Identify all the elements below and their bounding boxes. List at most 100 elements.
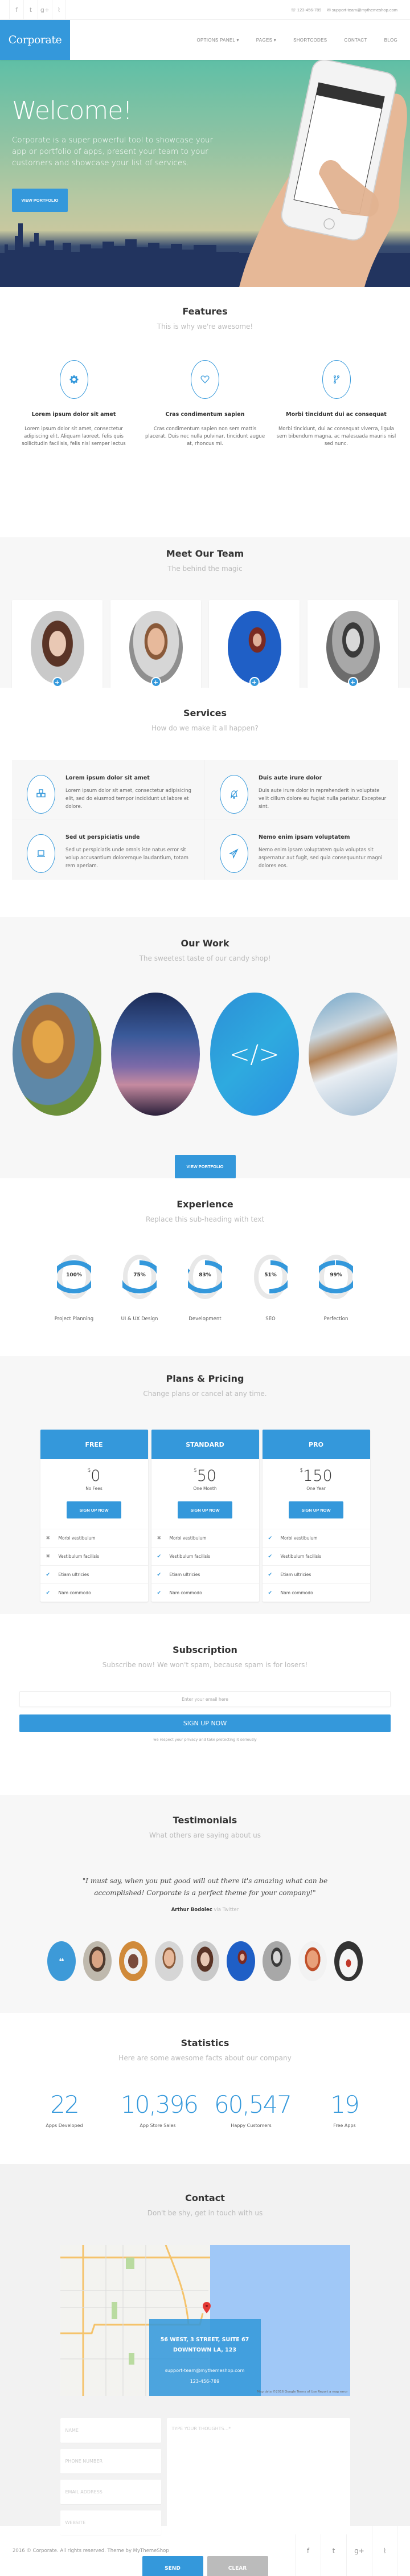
team-card[interactable]: + Gerren Lamson CTO & Co-Founder xyxy=(110,600,201,702)
feature-item: Lorem ipsum dolor sit amet Lorem ipsum d… xyxy=(13,360,135,448)
section-subtitle: Here are some awesome facts about our co… xyxy=(118,2054,292,2062)
testimonial-avatar[interactable] xyxy=(83,1941,112,1981)
service-item: Nemo enim ipsam voluptatem Nemo enim ips… xyxy=(205,819,398,880)
plus-icon[interactable]: + xyxy=(249,677,260,687)
phone-in-hand-image xyxy=(239,60,407,287)
author-source: via Twitter xyxy=(214,1907,239,1913)
testimonial-avatars: ❝ xyxy=(0,1941,410,1981)
plan-amount: 150 xyxy=(303,1467,333,1485)
subscription-sign-up-button[interactable]: SIGN UP NOW xyxy=(19,1714,391,1732)
testimonial-avatar[interactable] xyxy=(119,1941,147,1981)
testimonial-author: Arthur Bodolec via Twitter xyxy=(0,1907,410,1913)
service-title: Duis aute irure dolor xyxy=(259,775,322,781)
section-title: Statistics xyxy=(181,2038,229,2048)
skill-value: 83% xyxy=(199,1272,211,1278)
plan-feature: ✔ Vestibulum facilisis xyxy=(151,1547,259,1565)
stat-item: 19 Free Apps xyxy=(308,2091,382,2128)
feature-title: Cras condimentum sapien xyxy=(165,411,245,418)
features-section: Features This is why we're awesome! Lore… xyxy=(0,287,410,537)
hero-view-portfolio-button[interactable]: VIEW PORTFOLIO xyxy=(12,189,68,212)
top-email[interactable]: ✉ support-team@mythemeshop.com xyxy=(327,7,397,13)
feature-text: Cras condimentum sapien non sem mattis p… xyxy=(145,426,265,447)
service-title: Nemo enim ipsam voluptatem xyxy=(259,834,350,840)
feature-item: Morbi tincidunt dui ac consequat Morbi t… xyxy=(275,360,397,448)
nav-menu: OPTIONS PANEL ▾ PAGES ▾ SHORTCODES CONTA… xyxy=(70,20,410,60)
nav-item-shortcodes[interactable]: SHORTCODES xyxy=(293,38,327,43)
stat-value: 19 xyxy=(330,2091,359,2118)
plan-sign-up-button[interactable]: SIGN UP NOW xyxy=(178,1501,232,1518)
plus-icon[interactable]: + xyxy=(52,677,63,687)
plan-feature: ✔ Nam commodo xyxy=(151,1583,259,1602)
plan-period: One Month xyxy=(193,1486,217,1491)
testimonial-avatar[interactable] xyxy=(227,1941,255,1981)
bell-slash-icon xyxy=(220,775,248,814)
clear-button[interactable]: CLEAR xyxy=(207,2556,268,2576)
skill-donut: 83% Development xyxy=(183,1254,227,1322)
avatar xyxy=(326,611,380,684)
service-title: Lorem ipsum dolor sit amet xyxy=(65,775,150,781)
google-plus-icon[interactable]: g+ xyxy=(38,0,52,20)
twitter-icon[interactable]: t xyxy=(23,0,38,20)
email-field[interactable]: EMAIL ADDRESS xyxy=(60,2480,161,2504)
nav-item-contact[interactable]: CONTACT xyxy=(344,38,367,43)
testimonial-avatar[interactable] xyxy=(334,1941,363,1981)
portfolio-item-airplane[interactable] xyxy=(308,993,397,1116)
team-card[interactable]: + Linda Eliasen Designer & Illustrator xyxy=(209,600,300,702)
statistics-section: Statistics Here are some awesome facts a… xyxy=(0,2013,410,2164)
message-textarea[interactable]: TYPE YOUR THOUGHTS...* xyxy=(166,2418,350,2534)
quote-icon: ❝ xyxy=(59,1956,64,1967)
feature-text: Morbi tincidunt, dui ac consequat viverr… xyxy=(276,426,396,447)
nav-item-blog[interactable]: BLOG xyxy=(384,38,397,43)
send-button[interactable]: SEND xyxy=(142,2556,203,2576)
service-item: Duis aute irure dolor Duis aute irure do… xyxy=(205,760,398,819)
plan-sign-up-button[interactable]: SIGN UP NOW xyxy=(67,1501,121,1518)
portfolio-item-code[interactable]: </> xyxy=(210,993,299,1116)
portfolio-item-clash-of-clans[interactable] xyxy=(13,993,101,1116)
rss-icon[interactable]: ⌇ xyxy=(52,0,66,20)
check-icon: ✔ xyxy=(46,1571,51,1578)
service-text: Nemo enim ipsam voluptatem quia voluptas… xyxy=(259,847,383,869)
plus-icon[interactable]: + xyxy=(347,677,358,687)
map-pin-icon[interactable] xyxy=(202,2302,211,2313)
skill-label: Project Planning xyxy=(54,1316,94,1322)
logo[interactable]: Corporate xyxy=(0,20,70,60)
nav-item-pages[interactable]: PAGES ▾ xyxy=(256,38,276,43)
skill-donut: 75% UI & UX Design xyxy=(117,1254,162,1322)
avatar xyxy=(129,611,183,684)
contact-email[interactable]: support-team@mythemeshop.com xyxy=(149,2365,261,2376)
testimonial-avatar-active[interactable]: ❝ xyxy=(47,1941,76,1981)
stat-label: Apps Developed xyxy=(46,2123,83,2128)
plus-icon[interactable]: + xyxy=(150,677,161,687)
portfolio-item-night-sky[interactable] xyxy=(111,993,200,1116)
cross-icon: ✖ xyxy=(46,1553,51,1560)
team-card[interactable]: + Bethany Nuechterlein CEO & Co-Founder xyxy=(12,600,102,702)
section-subtitle: This is why we're awesome! xyxy=(157,322,253,330)
pricing-plan-standard: STANDARD $50 One Month SIGN UP NOW ✖ Morbi ve… xyxy=(151,1430,259,1602)
nav-item-options-panel[interactable]: OPTIONS PANEL ▾ xyxy=(196,38,239,43)
stat-label: Free Apps xyxy=(333,2123,356,2128)
testimonials-section: Testimonials What others are saying abou… xyxy=(0,1795,410,2013)
plan-sign-up-button[interactable]: SIGN UP NOW xyxy=(289,1501,343,1518)
phone-field[interactable]: PHONE NUMBER xyxy=(60,2449,161,2473)
name-field[interactable]: NAME xyxy=(60,2418,161,2443)
address-line-1: 56 WEST, 3 STREET, SUITE 67 xyxy=(160,2337,249,2343)
contact-phone: 123-456-789 xyxy=(190,2379,220,2384)
skill-value: 100% xyxy=(66,1272,82,1278)
team-card[interactable]: + Iris Manager xyxy=(308,600,398,702)
testimonial-avatar[interactable] xyxy=(263,1941,291,1981)
work-view-portfolio-button[interactable]: VIEW PORTFOLIO xyxy=(174,1155,236,1178)
map[interactable]: 56 WEST, 3 STREET, SUITE 67 DOWNTOWN LA,… xyxy=(60,2245,350,2396)
top-social-links: f t g+ ⌇ xyxy=(9,0,66,20)
subscription-email-input[interactable]: Enter your email here xyxy=(19,1691,391,1707)
hero-text: Welcome! Corporate is a super powerful t… xyxy=(12,96,217,169)
services-section: Services How do we make it all happen? L… xyxy=(0,688,410,917)
testimonial-avatar[interactable] xyxy=(191,1941,219,1981)
testimonial-avatar[interactable] xyxy=(155,1941,183,1981)
testimonial-avatar[interactable] xyxy=(298,1941,327,1981)
map-attribution[interactable]: Map data ©2016 Google Terms of Use Repor… xyxy=(257,2390,347,2394)
hero-title: Welcome! xyxy=(12,96,133,125)
check-icon: ✔ xyxy=(268,1590,273,1596)
plan-feature-label: Morbi vestibulum xyxy=(169,1536,207,1541)
website-field[interactable]: WEBSITE xyxy=(60,2510,161,2535)
facebook-icon[interactable]: f xyxy=(9,0,23,20)
